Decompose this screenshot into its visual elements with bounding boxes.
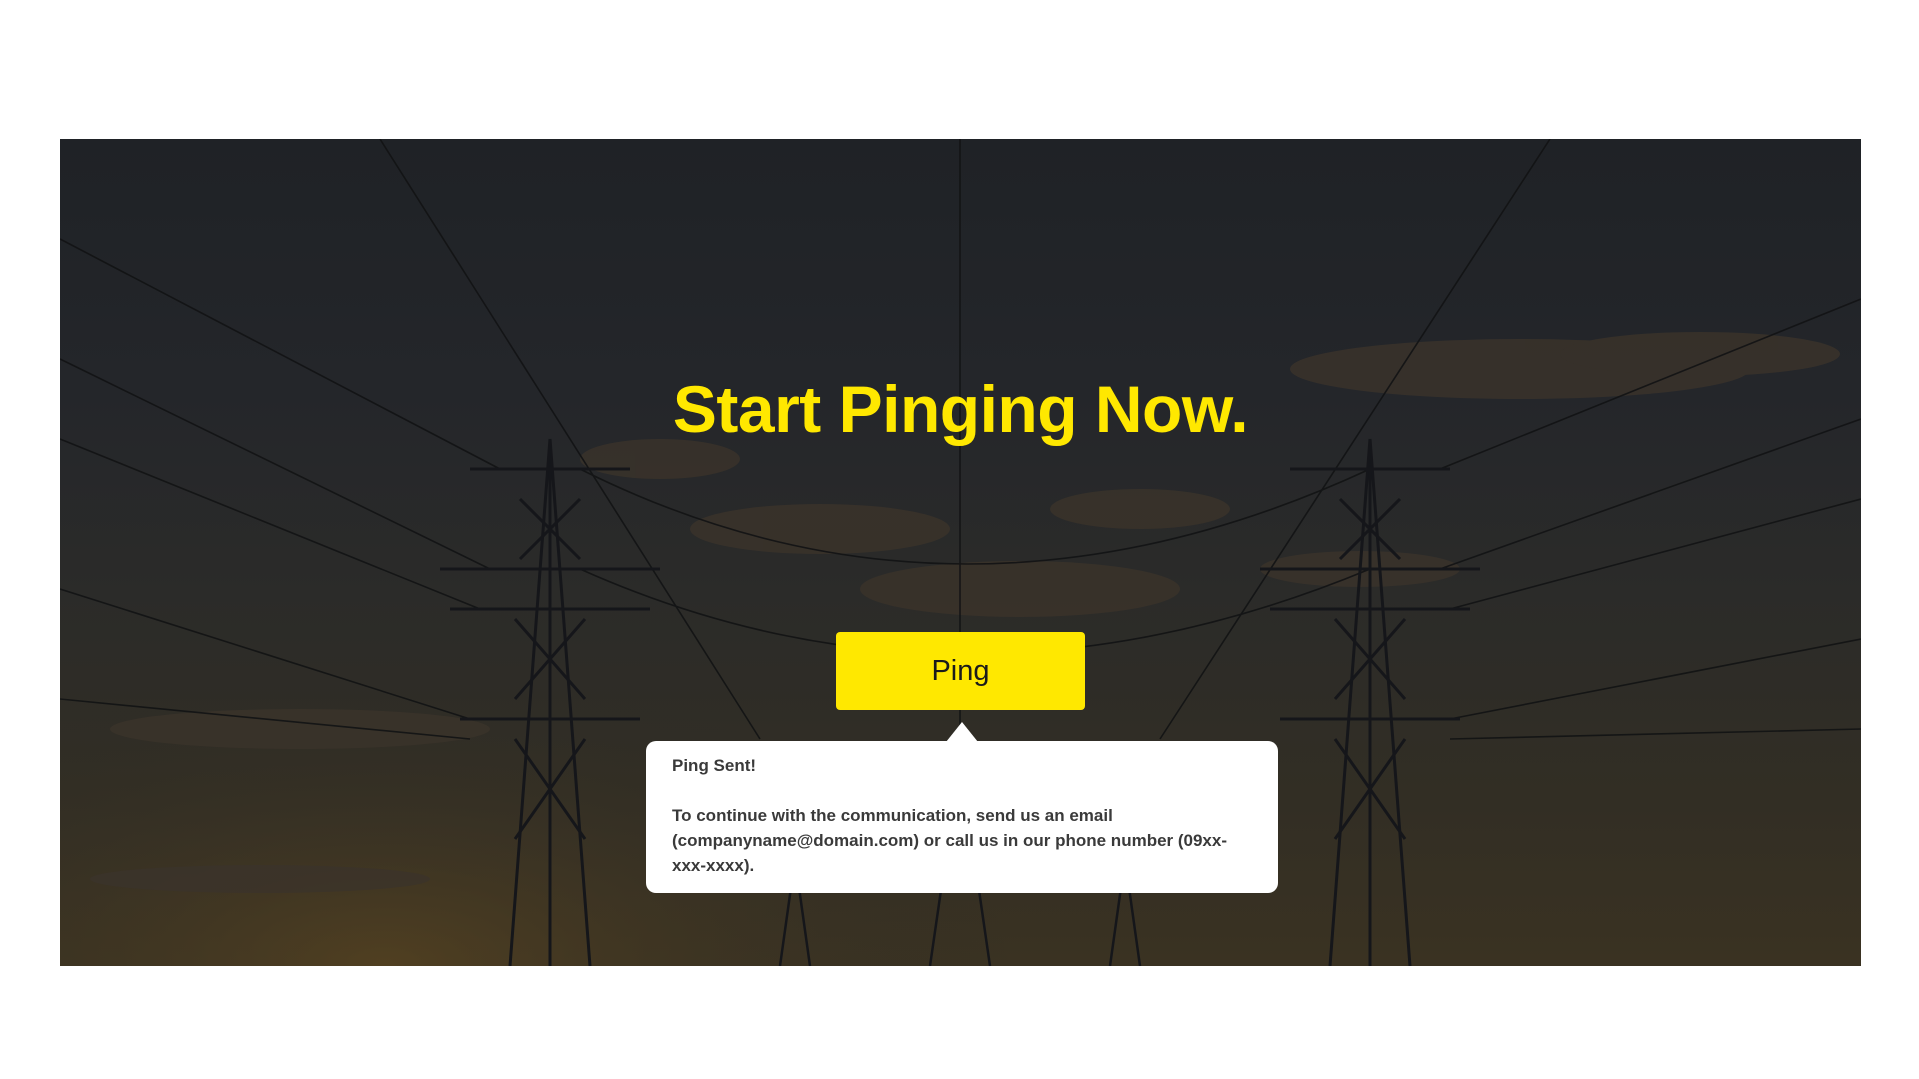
page: Start Pinging Now. Ping Ping Sent! To co… [0,0,1919,1079]
ping-sent-tooltip: Ping Sent! To continue with the communic… [646,741,1278,893]
tooltip-arrow-icon [946,722,978,742]
tooltip-title: Ping Sent! [672,756,757,775]
hero-banner: Start Pinging Now. Ping Ping Sent! To co… [60,139,1861,966]
ping-button[interactable]: Ping [836,632,1085,710]
tooltip-message: To continue with the communication, send… [672,806,1228,875]
hero-title: Start Pinging Now. [672,372,1249,446]
